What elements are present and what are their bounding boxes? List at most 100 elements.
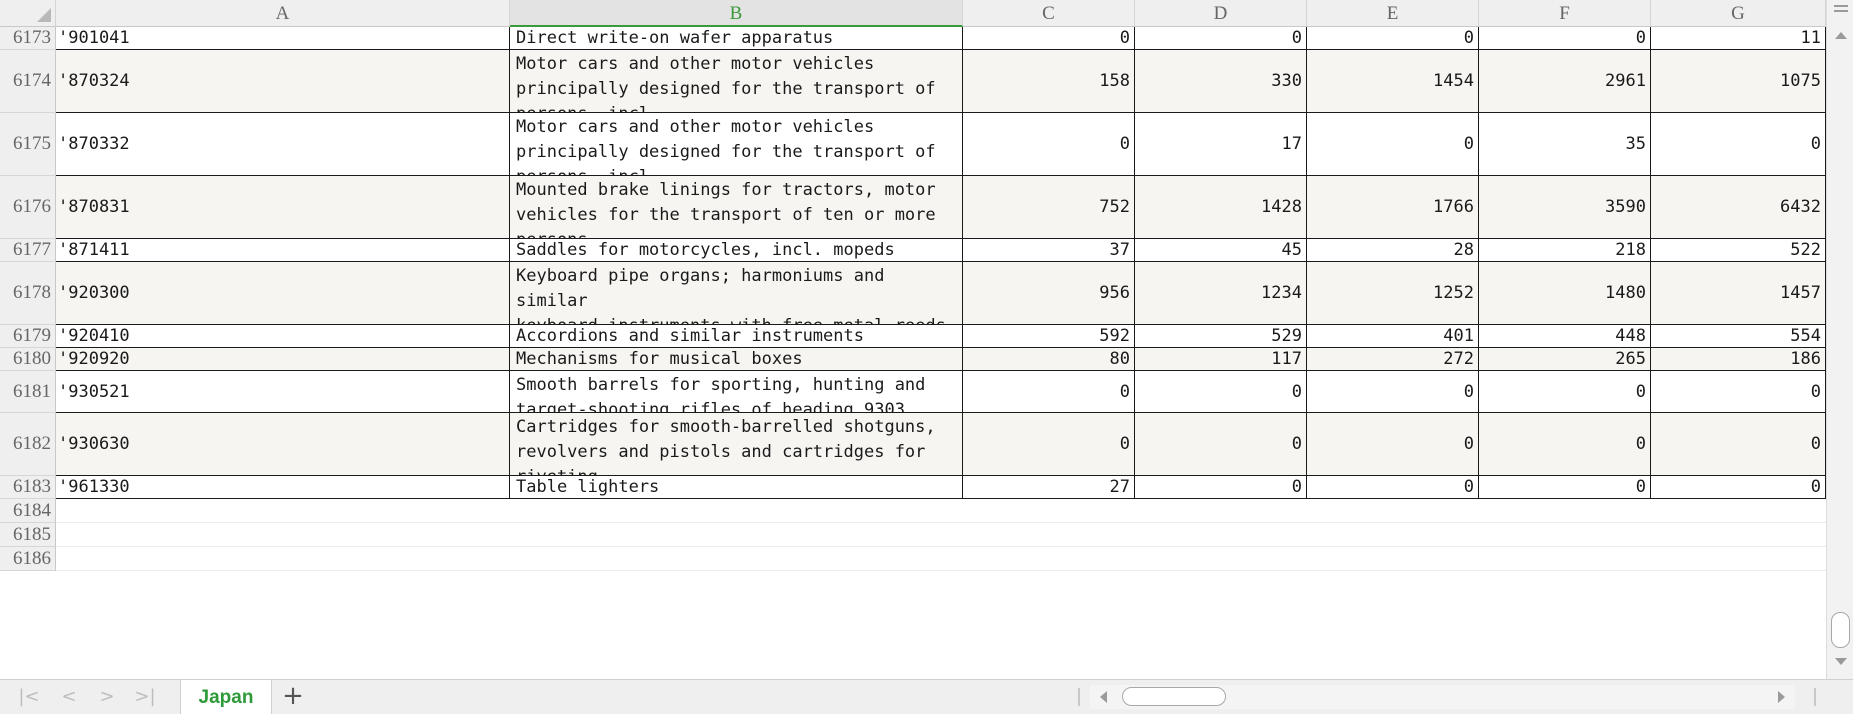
- cell-c[interactable]: 592: [963, 325, 1135, 347]
- row-header[interactable]: 6182: [0, 413, 56, 476]
- cell-c[interactable]: 37: [963, 239, 1135, 261]
- cell-e[interactable]: 0: [1307, 413, 1479, 475]
- cell-g[interactable]: 1075: [1651, 50, 1826, 112]
- cell-e[interactable]: 0: [1307, 113, 1479, 175]
- cell-code[interactable]: '920920: [56, 348, 510, 370]
- row-header[interactable]: 6186: [0, 547, 56, 571]
- row-header[interactable]: 6180: [0, 348, 56, 371]
- cell-d[interactable]: 1234: [1135, 262, 1307, 324]
- scroll-left-icon[interactable]: [1100, 691, 1107, 703]
- column-header-d[interactable]: D: [1135, 0, 1307, 27]
- scroll-up-icon[interactable]: [1835, 32, 1847, 39]
- row-header[interactable]: 6181: [0, 371, 56, 413]
- cell-f[interactable]: 2961: [1479, 50, 1651, 112]
- cell-c[interactable]: 0: [963, 371, 1135, 412]
- cell-d[interactable]: 1428: [1135, 176, 1307, 238]
- cell-c[interactable]: 158: [963, 50, 1135, 112]
- row-header[interactable]: 6177: [0, 239, 56, 262]
- cell-c[interactable]: 0: [963, 113, 1135, 175]
- column-header-a[interactable]: A: [56, 0, 510, 27]
- cell-d[interactable]: 0: [1135, 371, 1307, 412]
- prev-sheet-icon[interactable]: <: [58, 687, 80, 707]
- cell-f[interactable]: 0: [1479, 476, 1651, 498]
- cell-code[interactable]: '870831: [56, 176, 510, 238]
- cell-desc[interactable]: Saddles for motorcycles, incl. mopeds: [510, 239, 963, 261]
- cell-code[interactable]: '920410: [56, 325, 510, 347]
- cell-g[interactable]: 0: [1651, 413, 1826, 475]
- select-all-corner[interactable]: [0, 0, 56, 27]
- cell-c[interactable]: 0: [963, 27, 1135, 49]
- scroll-right-icon[interactable]: [1778, 691, 1785, 703]
- cell-desc[interactable]: Table lighters: [510, 476, 963, 498]
- vertical-scrollbar[interactable]: [1826, 0, 1853, 679]
- cell-c[interactable]: 0: [963, 413, 1135, 475]
- cell-f[interactable]: 3590: [1479, 176, 1651, 238]
- cell-d[interactable]: 0: [1135, 27, 1307, 49]
- cell-e[interactable]: 272: [1307, 348, 1479, 370]
- cell-f[interactable]: 35: [1479, 113, 1651, 175]
- cell-c[interactable]: 752: [963, 176, 1135, 238]
- cell-desc[interactable]: Motor cars and other motor vehicles prin…: [510, 113, 963, 175]
- split-menu-icon[interactable]: [1834, 5, 1848, 15]
- row-header[interactable]: 6183: [0, 476, 56, 499]
- cell-f[interactable]: 0: [1479, 371, 1651, 412]
- cell-g[interactable]: 522: [1651, 239, 1826, 261]
- empty-row[interactable]: [56, 547, 1826, 571]
- column-header-e[interactable]: E: [1307, 0, 1479, 27]
- cell-g[interactable]: 1457: [1651, 262, 1826, 324]
- cell-desc[interactable]: Mechanisms for musical boxes: [510, 348, 963, 370]
- cell-desc[interactable]: Cartridges for smooth-barrelled shotguns…: [510, 413, 963, 475]
- cell-f[interactable]: 1480: [1479, 262, 1651, 324]
- cell-e[interactable]: 0: [1307, 27, 1479, 49]
- cell-e[interactable]: 1454: [1307, 50, 1479, 112]
- cell-desc[interactable]: Smooth barrels for sporting, hunting and…: [510, 371, 963, 412]
- row-header[interactable]: 6185: [0, 523, 56, 547]
- cell-code[interactable]: '901041: [56, 27, 510, 49]
- cell-code[interactable]: '920300: [56, 262, 510, 324]
- column-header-c[interactable]: C: [963, 0, 1135, 27]
- cell-f[interactable]: 448: [1479, 325, 1651, 347]
- cell-e[interactable]: 0: [1307, 476, 1479, 498]
- cell-g[interactable]: 11: [1651, 27, 1826, 49]
- cell-d[interactable]: 529: [1135, 325, 1307, 347]
- column-header-f[interactable]: F: [1479, 0, 1651, 27]
- cell-c[interactable]: 80: [963, 348, 1135, 370]
- row-header[interactable]: 6178: [0, 262, 56, 325]
- cell-d[interactable]: 117: [1135, 348, 1307, 370]
- empty-row[interactable]: [56, 523, 1826, 547]
- row-header[interactable]: 6176: [0, 176, 56, 239]
- row-header[interactable]: 6174: [0, 50, 56, 113]
- cell-c[interactable]: 956: [963, 262, 1135, 324]
- cell-code[interactable]: '871411: [56, 239, 510, 261]
- cell-d[interactable]: 45: [1135, 239, 1307, 261]
- first-sheet-icon[interactable]: |<: [18, 687, 40, 707]
- cell-f[interactable]: 0: [1479, 27, 1651, 49]
- cell-desc[interactable]: Keyboard pipe organs; harmoniums and sim…: [510, 262, 963, 324]
- cell-e[interactable]: 0: [1307, 371, 1479, 412]
- cell-code[interactable]: '870332: [56, 113, 510, 175]
- cell-code[interactable]: '930630: [56, 413, 510, 475]
- cell-g[interactable]: 186: [1651, 348, 1826, 370]
- cell-desc[interactable]: Direct write-on wafer apparatus: [510, 27, 963, 49]
- add-sheet-button[interactable]: +: [280, 683, 306, 710]
- cell-g[interactable]: 554: [1651, 325, 1826, 347]
- empty-row[interactable]: [56, 499, 1826, 523]
- cell-f[interactable]: 0: [1479, 413, 1651, 475]
- cell-code[interactable]: '870324: [56, 50, 510, 112]
- horizontal-scroll-thumb[interactable]: [1122, 687, 1226, 706]
- tab-bar-divider[interactable]: [1078, 688, 1080, 706]
- scroll-down-icon[interactable]: [1835, 658, 1847, 665]
- next-sheet-icon[interactable]: >: [96, 687, 118, 707]
- row-header[interactable]: 6184: [0, 499, 56, 523]
- last-sheet-icon[interactable]: >|: [134, 687, 156, 707]
- cell-e[interactable]: 1766: [1307, 176, 1479, 238]
- cell-d[interactable]: 330: [1135, 50, 1307, 112]
- horizontal-scrollbar[interactable]: [1090, 685, 1795, 709]
- cell-desc[interactable]: Accordions and similar instruments: [510, 325, 963, 347]
- column-header-g[interactable]: G: [1651, 0, 1826, 27]
- column-header-b[interactable]: B: [510, 0, 963, 27]
- cell-desc[interactable]: Mounted brake linings for tractors, moto…: [510, 176, 963, 238]
- sheet-tab-japan[interactable]: Japan: [180, 680, 272, 714]
- cell-c[interactable]: 27: [963, 476, 1135, 498]
- cell-g[interactable]: 0: [1651, 476, 1826, 498]
